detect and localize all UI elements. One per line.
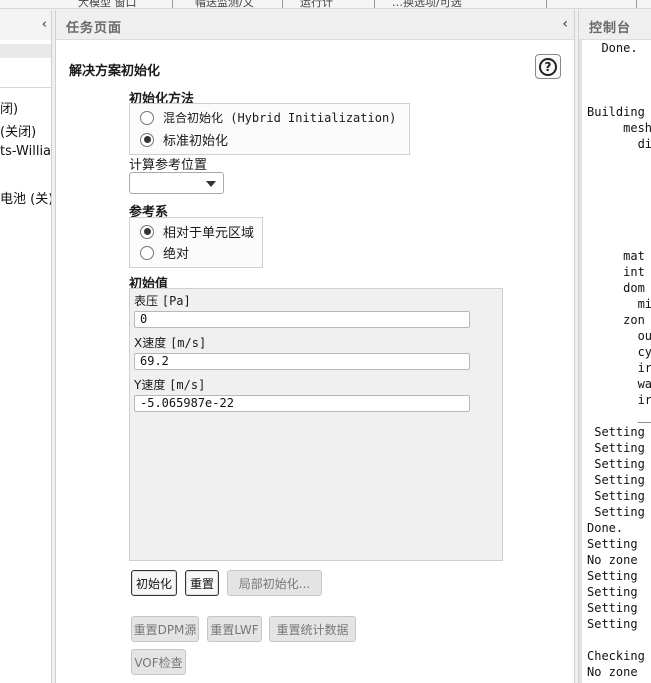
question-icon: ? [539,57,557,76]
reset-button[interactable]: 重置 [185,570,219,596]
reset-lwf-button[interactable]: 重置LWF [207,616,262,642]
console-line: Setting [587,457,645,471]
console-line: Setting [587,425,645,439]
radio-label: 相对于单元区域 [163,226,255,241]
vof-check-button[interactable]: VOF检查 [131,649,186,675]
reference-frame-group: 相对于单元区域 绝对 [129,217,263,268]
field-name: 表压 [134,294,159,308]
console-line: Setting [587,505,645,519]
console-line: ir [587,393,651,407]
radio-indicator[interactable] [140,110,154,125]
console-line: int [587,265,645,279]
console-panel: 控制台 Done. Building mesh di mat int dom mi… [578,10,651,683]
toolbar-separator [636,0,637,8]
outline-panel-header: ‹ [0,10,51,40]
field-unit: [Pa] [161,294,191,308]
init-method-group: 混合初始化 (Hybrid Initialization) 标准初始化 [129,103,410,155]
x-velocity-input[interactable]: 69.2 [134,353,470,370]
toolbar-separator [374,0,375,8]
tree-item[interactable]: 闭) [0,98,18,117]
tree-item[interactable]: (关闭) [0,121,36,140]
tree-item[interactable]: ts-Willian [0,144,51,159]
radio-indicator[interactable] [140,132,154,147]
console-line: dom [587,281,645,295]
console-line: Setting [587,473,645,487]
radio-indicator[interactable] [140,245,154,260]
gauge-pressure-label: 表压 [Pa] [134,292,191,309]
toolbar-item[interactable]: 运行计 [300,0,333,8]
console-line: Setting [587,617,638,631]
console-line: Setting [587,537,638,551]
console-line: mat [587,249,645,263]
toolbar-separator [172,0,173,8]
initial-values-group: 表压 [Pa] 0 X速度 [m/s] 69.2 Y速度 [m/s] -5.06… [129,288,503,561]
initialize-button[interactable]: 初始化 [131,570,177,596]
chevron-left-icon[interactable]: ‹ [562,16,568,32]
toolbar-separator [282,0,283,8]
toolbar-separator [546,0,547,8]
console-line: Done. [587,41,638,55]
field-unit: [m/s] [170,336,207,350]
task-page-title: 任务页面 [66,21,123,36]
task-page-header: 任务页面 ‹ [56,10,574,40]
top-toolbar: 大模型 窗口 帽送监测/文 运行计 …换选项/可选 [0,0,651,9]
console-title: 控制台 [589,21,632,36]
field-name: Y速度 [134,378,166,392]
tree-selected-row[interactable] [0,44,51,58]
chevron-left-icon[interactable]: ‹ [42,17,47,32]
radio-standard-init[interactable]: 标准初始化 [140,130,228,149]
radio-relative-cell-zone[interactable]: 相对于单元区域 [140,222,254,241]
console-line: No zone [587,665,638,679]
console-line: Setting [587,441,645,455]
console-line: Setting [587,601,638,615]
console-line: zon [587,313,645,327]
reference-location-select[interactable] [129,172,224,194]
toolbar-item[interactable]: …换选项/可选 [392,0,462,8]
tree-item[interactable]: 电池 (关) [0,188,51,207]
patch-button[interactable]: 局部初始化... [227,570,322,596]
toolbar-item[interactable]: 大模型 窗口 [78,0,137,8]
field-unit: [m/s] [169,378,206,392]
radio-label: 绝对 [163,247,190,262]
gauge-pressure-input[interactable]: 0 [134,311,470,328]
radio-absolute[interactable]: 绝对 [140,243,189,262]
console-header: 控制台 [579,10,651,40]
radio-label: 混合初始化 (Hybrid Initialization) [163,111,397,125]
console-line: Done. [587,521,624,535]
tree-row[interactable] [0,58,51,88]
reference-location-label: 计算参考位置 [129,158,208,173]
reset-dpm-sources-button[interactable]: 重置DPM源 [131,616,199,642]
solution-init-title: 解决方案初始化 [69,64,161,79]
console-line: wa [587,377,651,391]
toolbar-item[interactable]: 帽送监测/文 [195,0,254,8]
console-line: cy [587,345,651,359]
y-velocity-label: Y速度 [m/s] [134,376,205,393]
radio-hybrid-init[interactable]: 混合初始化 (Hybrid Initialization) [140,109,396,126]
console-line: __ [587,409,651,423]
radio-indicator[interactable] [140,224,154,239]
console-line: Setting [587,569,638,583]
y-velocity-input[interactable]: -5.065987e-22 [134,395,470,412]
task-page-panel: 任务页面 ‹ 解决方案初始化 ? 初始化方法 混合初始化 (Hybrid Ini… [55,10,575,683]
caret-down-icon [206,181,216,187]
help-button[interactable]: ? [535,54,561,79]
console-line: ir [587,361,651,375]
field-name: X速度 [134,336,167,350]
radio-label: 标准初始化 [163,134,229,149]
console-line: di [587,137,651,151]
x-velocity-label: X速度 [m/s] [134,334,206,351]
console-line: ou [587,329,651,343]
console-line: Building [587,105,645,119]
console-line: Setting [587,489,645,503]
console-output[interactable]: Done. Building mesh di mat int dom mi zon… [579,40,651,683]
outline-tree-panel: ‹ 闭) (关闭) ts-Willian 电池 (关) [0,10,52,683]
console-line: Checking [587,649,645,663]
console-line: mesh [587,121,651,135]
reset-statistics-button[interactable]: 重置统计数据 [269,616,356,642]
console-line: No zone [587,553,638,567]
console-line: Setting [587,585,638,599]
console-line: mi [587,297,651,311]
